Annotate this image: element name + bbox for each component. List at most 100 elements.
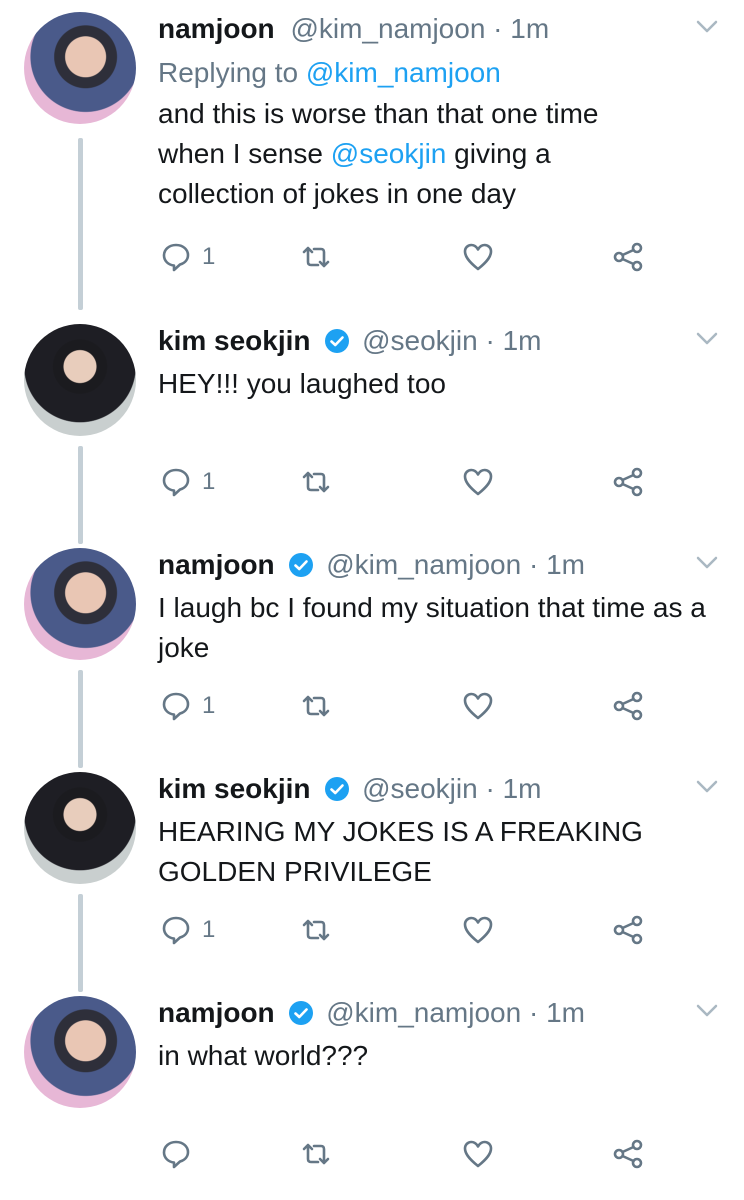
tweet[interactable]: namjoon @kim_namjoon · 1m I laugh bc I f… [0, 536, 744, 768]
like-button[interactable] [462, 689, 494, 723]
like-button[interactable] [462, 240, 494, 274]
replying-to-handle[interactable]: @kim_namjoon [306, 57, 501, 88]
display-name[interactable]: kim seokjin [158, 325, 311, 356]
tweet-actions: 1 [158, 240, 678, 274]
mention-link[interactable]: @seokjin [331, 138, 447, 169]
handle[interactable]: @seokjin [362, 325, 478, 356]
retweet-button[interactable] [300, 689, 332, 723]
tweet-actions: 1 [158, 465, 678, 499]
replying-to: Replying to @kim_namjoon [158, 56, 501, 90]
reply-button[interactable]: 1 [160, 465, 215, 499]
retweet-button[interactable] [300, 465, 332, 499]
speech-bubble-icon [162, 692, 190, 721]
speech-bubble-icon [162, 1140, 190, 1169]
retweet-icon [302, 246, 330, 268]
like-button[interactable] [462, 465, 494, 499]
tweet-text: I laugh bc I found my situation that tim… [158, 592, 706, 663]
avatar[interactable] [24, 996, 136, 1108]
reply-button[interactable] [160, 1137, 202, 1171]
share-icon [613, 1139, 643, 1169]
separator-dot: · [477, 773, 503, 804]
like-button[interactable] [462, 1137, 494, 1171]
tweet-header: kim seokjin @seokjin · 1m [158, 772, 704, 806]
share-button[interactable] [612, 913, 644, 947]
reply-button[interactable]: 1 [160, 913, 215, 947]
avatar[interactable] [24, 12, 136, 124]
reply-count: 1 [202, 468, 216, 495]
share-icon [613, 467, 643, 497]
retweet-icon [302, 919, 330, 941]
thread-connector-line [78, 446, 83, 544]
tweet-header: namjoon @kim_namjoon · 1m [158, 548, 704, 582]
reply-button[interactable]: 1 [160, 240, 215, 274]
retweet-icon [302, 695, 330, 717]
reply-count: 1 [202, 692, 216, 719]
avatar[interactable] [24, 548, 136, 660]
retweet-button[interactable] [300, 1137, 332, 1171]
retweet-button[interactable] [300, 240, 332, 274]
speech-bubble-icon [162, 243, 190, 272]
share-icon [613, 242, 643, 272]
tweet-text: HEARING MY JOKES IS A FREAKING GOLDEN PR… [158, 816, 643, 887]
timestamp[interactable]: 1m [546, 997, 585, 1028]
reply-count: 1 [202, 243, 216, 270]
chevron-down-icon[interactable] [696, 780, 718, 794]
tweet-header: kim seokjin @seokjin · 1m [158, 324, 704, 358]
handle[interactable]: @kim_namjoon [326, 549, 521, 580]
chevron-down-icon[interactable] [696, 556, 718, 570]
heart-icon [463, 468, 493, 496]
handle[interactable]: @kim_namjoon [290, 13, 485, 44]
share-button[interactable] [612, 689, 644, 723]
tweet-text: and this is worse than that one time whe… [158, 94, 658, 214]
reply-button[interactable]: 1 [160, 689, 215, 723]
share-button[interactable] [612, 465, 644, 499]
tweet[interactable]: kim seokjin @seokjin · 1m HEY!!! you lau… [0, 312, 744, 544]
timestamp[interactable]: 1m [503, 325, 542, 356]
separator-dot: · [521, 997, 547, 1028]
verified-badge-icon [325, 329, 350, 353]
tweet-text: HEY!!! you laughed too [158, 368, 446, 399]
timestamp[interactable]: 1m [510, 13, 549, 44]
handle[interactable]: @seokjin [362, 773, 478, 804]
tweet[interactable]: namjoon @kim_namjoon · 1m Replying to @k… [0, 0, 744, 310]
chevron-down-icon[interactable] [696, 332, 718, 346]
retweet-button[interactable] [300, 913, 332, 947]
thread-connector-line [78, 138, 83, 310]
tweet[interactable]: kim seokjin @seokjin · 1m HEARING MY JOK… [0, 760, 744, 992]
heart-icon [463, 916, 493, 944]
heart-icon [463, 692, 493, 720]
speech-bubble-icon [162, 468, 190, 497]
display-name[interactable]: namjoon [158, 997, 275, 1028]
heart-icon [463, 243, 493, 271]
tweet-actions [158, 1137, 678, 1171]
share-button[interactable] [612, 1137, 644, 1171]
timestamp[interactable]: 1m [503, 773, 542, 804]
handle[interactable]: @kim_namjoon [326, 997, 521, 1028]
tweet-actions: 1 [158, 913, 678, 947]
display-name[interactable]: kim seokjin [158, 773, 311, 804]
reply-count: 1 [202, 916, 216, 943]
heart-icon [463, 1140, 493, 1168]
display-name[interactable]: namjoon [158, 549, 275, 580]
share-icon [613, 915, 643, 945]
like-button[interactable] [462, 913, 494, 947]
verified-badge-icon [325, 777, 350, 801]
timestamp[interactable]: 1m [546, 549, 585, 580]
share-icon [613, 691, 643, 721]
display-name[interactable]: namjoon [158, 13, 275, 44]
tweet-thread: namjoon @kim_namjoon · 1m Replying to @k… [0, 0, 744, 1200]
separator-dot: · [521, 549, 547, 580]
thread-connector-line [78, 894, 83, 992]
chevron-down-icon[interactable] [696, 20, 718, 34]
retweet-icon [302, 471, 330, 493]
verified-badge-icon [289, 553, 314, 577]
retweet-icon [302, 1143, 330, 1165]
avatar[interactable] [24, 772, 136, 884]
tweet-header: namjoon @kim_namjoon · 1m [158, 996, 704, 1030]
chevron-down-icon[interactable] [696, 1004, 718, 1018]
avatar[interactable] [24, 324, 136, 436]
separator-dot: · [485, 13, 511, 44]
speech-bubble-icon [162, 916, 190, 945]
tweet[interactable]: namjoon @kim_namjoon · 1m in what world?… [0, 984, 744, 1200]
share-button[interactable] [612, 240, 644, 274]
